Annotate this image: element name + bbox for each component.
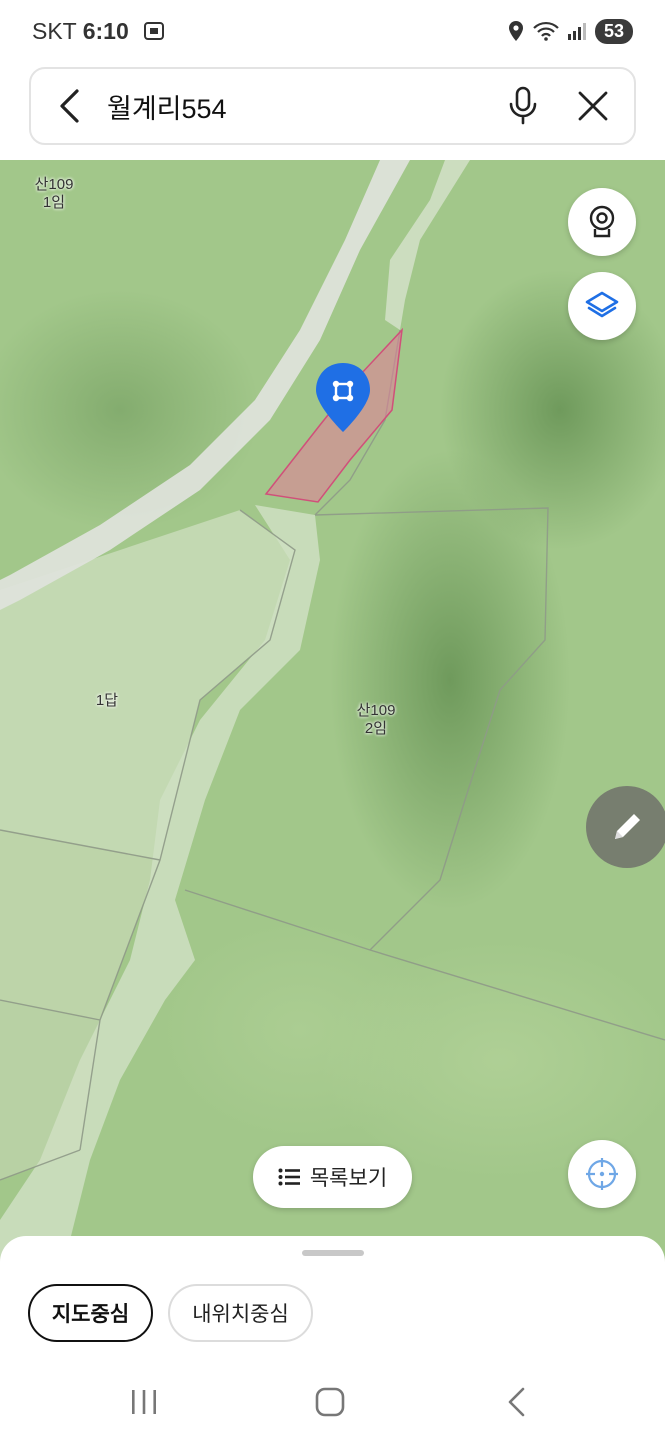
back-button[interactable] (49, 86, 89, 126)
list-view-label: 목록보기 (309, 1167, 388, 1190)
chevron-left-icon (60, 89, 79, 123)
voice-search-button[interactable] (500, 83, 546, 129)
street-view-button[interactable] (568, 188, 636, 256)
recent-apps-button[interactable] (114, 1380, 174, 1424)
parcel-label-number: 산109 (356, 702, 396, 719)
system-back-button[interactable] (486, 1380, 546, 1424)
location-icon (507, 20, 525, 42)
satellite-map (0, 160, 665, 1280)
sheet-handle[interactable] (302, 1250, 364, 1256)
search-query[interactable]: 월계리554 (107, 87, 500, 126)
back-icon (508, 1387, 525, 1417)
status-right: 53 (507, 18, 633, 44)
map-layers-button[interactable] (568, 272, 636, 340)
wifi-icon (533, 21, 559, 41)
parcel-label-type: 1임 (42, 194, 66, 211)
pencil-icon (615, 814, 640, 839)
screenshot-icon (143, 20, 165, 42)
carrier-label: SKT (32, 17, 77, 44)
parcel-label-number: 1답 (95, 692, 119, 709)
battery-indicator: 53 (595, 18, 633, 44)
parcel-label: 산109 2임 (348, 702, 404, 738)
crosshair-icon (586, 1158, 618, 1190)
my-location-center-chip[interactable]: 내위치중심 (168, 1284, 313, 1342)
layers-icon (585, 291, 619, 318)
list-icon (278, 1168, 300, 1186)
signal-icon (567, 22, 587, 40)
clock: 6:10 (82, 17, 129, 44)
search-box[interactable]: 월계리554 (29, 67, 636, 145)
list-view-button[interactable]: 목록보기 (253, 1146, 412, 1208)
status-bar: SKT 6:10 53 (0, 0, 665, 62)
map-view[interactable]: 산109 1임 1답 산109 2임 목록보기 (0, 160, 665, 1280)
status-left: SKT 6:10 (32, 18, 165, 45)
bottom-sheet: 지도중심 내위치중심 (0, 1236, 665, 1366)
parcel-label-type: 2임 (364, 720, 388, 737)
draw-button[interactable] (586, 786, 665, 868)
search-header: 월계리554 (0, 62, 665, 160)
close-icon (578, 91, 608, 121)
my-location-button[interactable] (568, 1140, 636, 1208)
parcel-label: 산109 1임 (26, 176, 82, 212)
system-navigation-bar (0, 1366, 665, 1440)
parcel-label: 1답 (84, 692, 130, 710)
street-view-icon (589, 205, 615, 238)
home-button[interactable] (300, 1380, 360, 1424)
home-icon (315, 1387, 345, 1417)
microphone-icon (509, 86, 537, 125)
clear-search-button[interactable] (570, 83, 616, 129)
parcel-label-number: 산109 (34, 176, 74, 193)
recent-apps-icon (132, 1390, 156, 1414)
map-center-chip[interactable]: 지도중심 (28, 1284, 153, 1342)
